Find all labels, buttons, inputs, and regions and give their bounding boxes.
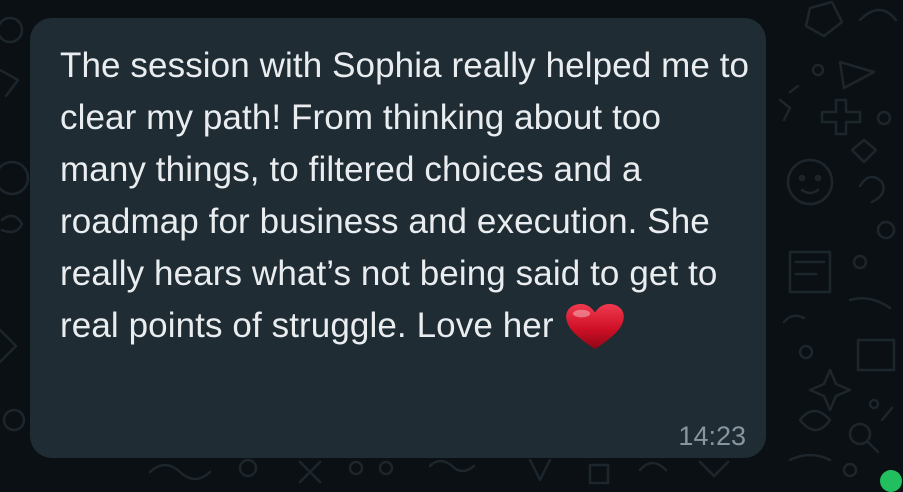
message-timestamp: 14:23: [678, 421, 746, 451]
message-body: The session with Sophia really helped me…: [60, 46, 750, 345]
incoming-message-bubble[interactable]: The session with Sophia really helped me…: [30, 18, 766, 458]
unread-indicator: [880, 470, 902, 492]
message-text: The session with Sophia really helped me…: [60, 40, 750, 352]
red-heart-icon: [565, 303, 624, 350]
